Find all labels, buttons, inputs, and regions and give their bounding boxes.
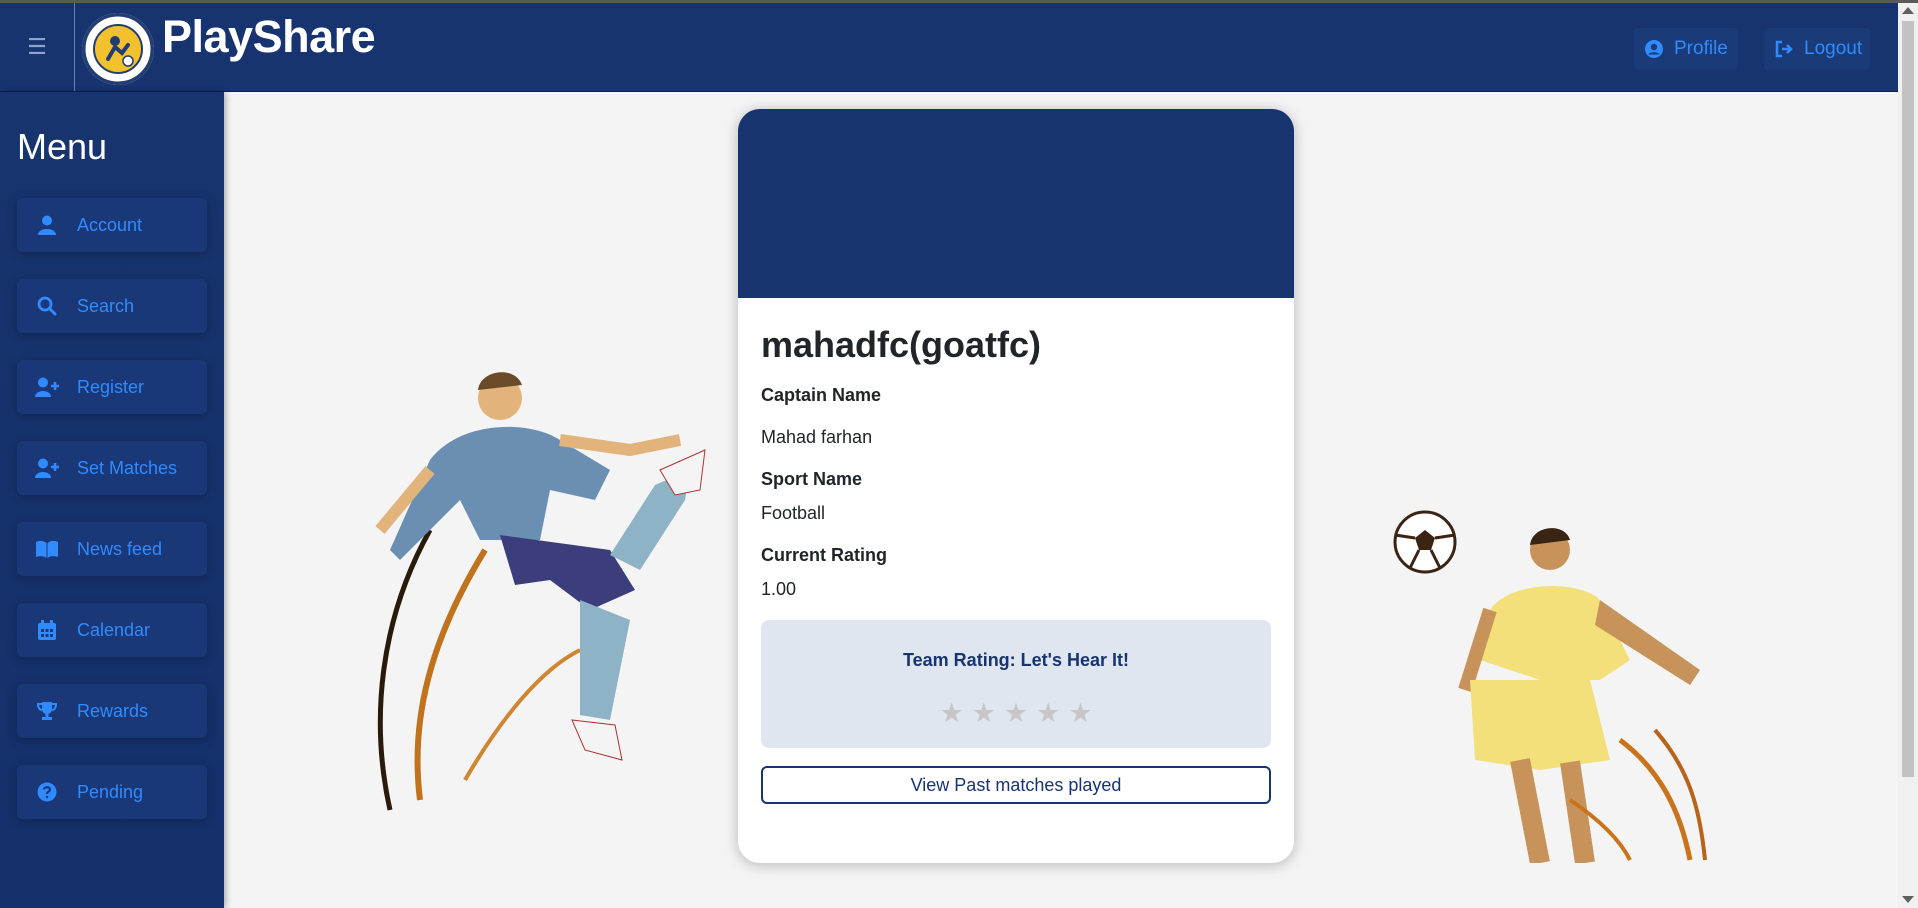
sidebar-item-label: Calendar: [77, 619, 151, 640]
current-rating-value: 1.00: [761, 579, 797, 599]
sidebar-item-label: Rewards: [77, 700, 149, 721]
sidebar-item-account[interactable]: Account: [17, 198, 207, 252]
view-past-matches-button[interactable]: View Past matches played: [761, 766, 1271, 804]
logout-button-label: Logout: [1804, 38, 1863, 59]
calendar-icon: [33, 620, 61, 640]
sport-name-label: Sport Name: [761, 469, 863, 489]
hamburger-menu-icon[interactable]: ☰: [0, 3, 75, 91]
page-scrollbar[interactable]: [1898, 3, 1918, 908]
top-navbar: ☰ PlayShare Profile Logout: [0, 3, 1898, 92]
football-player-illustration-right: [1393, 510, 1707, 863]
question-circle-icon: [33, 782, 61, 802]
sidebar-item-news-feed[interactable]: News feed: [17, 522, 207, 576]
captain-name-label: Captain Name: [761, 385, 882, 405]
captain-name-value: Mahad farhan: [761, 427, 873, 447]
playshare-logo: [82, 13, 154, 85]
team-name: mahadfc(goatfc): [761, 324, 1042, 365]
star-rating: ★ ★ ★ ★ ★: [761, 698, 1271, 729]
sidebar-item-set-matches[interactable]: Set Matches: [17, 441, 207, 495]
star-icon-2[interactable]: ★: [972, 698, 996, 729]
profile-button-label: Profile: [1674, 38, 1728, 59]
logout-icon: [1775, 40, 1793, 58]
star-icon-3[interactable]: ★: [1004, 698, 1028, 729]
scroll-down-arrow-icon[interactable]: [1902, 896, 1914, 903]
logout-button[interactable]: Logout: [1764, 28, 1870, 70]
sidebar-item-register[interactable]: Register: [17, 360, 207, 414]
trophy-icon: [33, 701, 61, 721]
user-plus-icon: [33, 458, 61, 478]
team-rating-title: Team Rating: Let's Hear It!: [903, 650, 1129, 670]
app-brand-title[interactable]: PlayShare: [162, 11, 376, 63]
user-circle-icon: [1645, 40, 1663, 58]
sidebar-item-calendar[interactable]: Calendar: [17, 603, 207, 657]
sidebar-title: Menu: [17, 126, 108, 167]
sport-name-value: Football: [761, 503, 826, 523]
sidebar-item-label: Search: [77, 295, 135, 316]
star-icon-5[interactable]: ★: [1068, 698, 1092, 729]
current-rating-label: Current Rating: [761, 545, 887, 565]
card-header-banner: [738, 109, 1294, 298]
scrollbar-thumb[interactable]: [1902, 21, 1914, 777]
star-icon-1[interactable]: ★: [939, 698, 963, 729]
sidebar-item-label: News feed: [77, 538, 163, 559]
star-icon-4[interactable]: ★: [1036, 698, 1060, 729]
team-profile-card: mahadfc(goatfc) Captain Name Mahad farha…: [738, 109, 1294, 863]
user-plus-icon: [33, 377, 61, 397]
sidebar-item-label: Register: [77, 376, 145, 397]
book-icon: [33, 540, 61, 558]
profile-button[interactable]: Profile: [1634, 28, 1738, 70]
sidebar: Menu Account Search Register Set Matches…: [0, 92, 224, 908]
football-player-illustration-left: [375, 372, 706, 811]
sidebar-item-pending[interactable]: Pending: [17, 765, 207, 819]
sidebar-item-rewards[interactable]: Rewards: [17, 684, 207, 738]
sidebar-item-label: Pending: [77, 781, 144, 802]
user-icon: [33, 215, 61, 235]
sidebar-item-label: Account: [77, 214, 143, 235]
team-rating-widget: Team Rating: Let's Hear It! ★ ★ ★ ★ ★: [761, 620, 1271, 748]
search-icon: [33, 296, 61, 316]
sidebar-item-search[interactable]: Search: [17, 279, 207, 333]
sidebar-item-label: Set Matches: [77, 457, 178, 478]
scroll-up-arrow-icon[interactable]: [1902, 7, 1914, 14]
